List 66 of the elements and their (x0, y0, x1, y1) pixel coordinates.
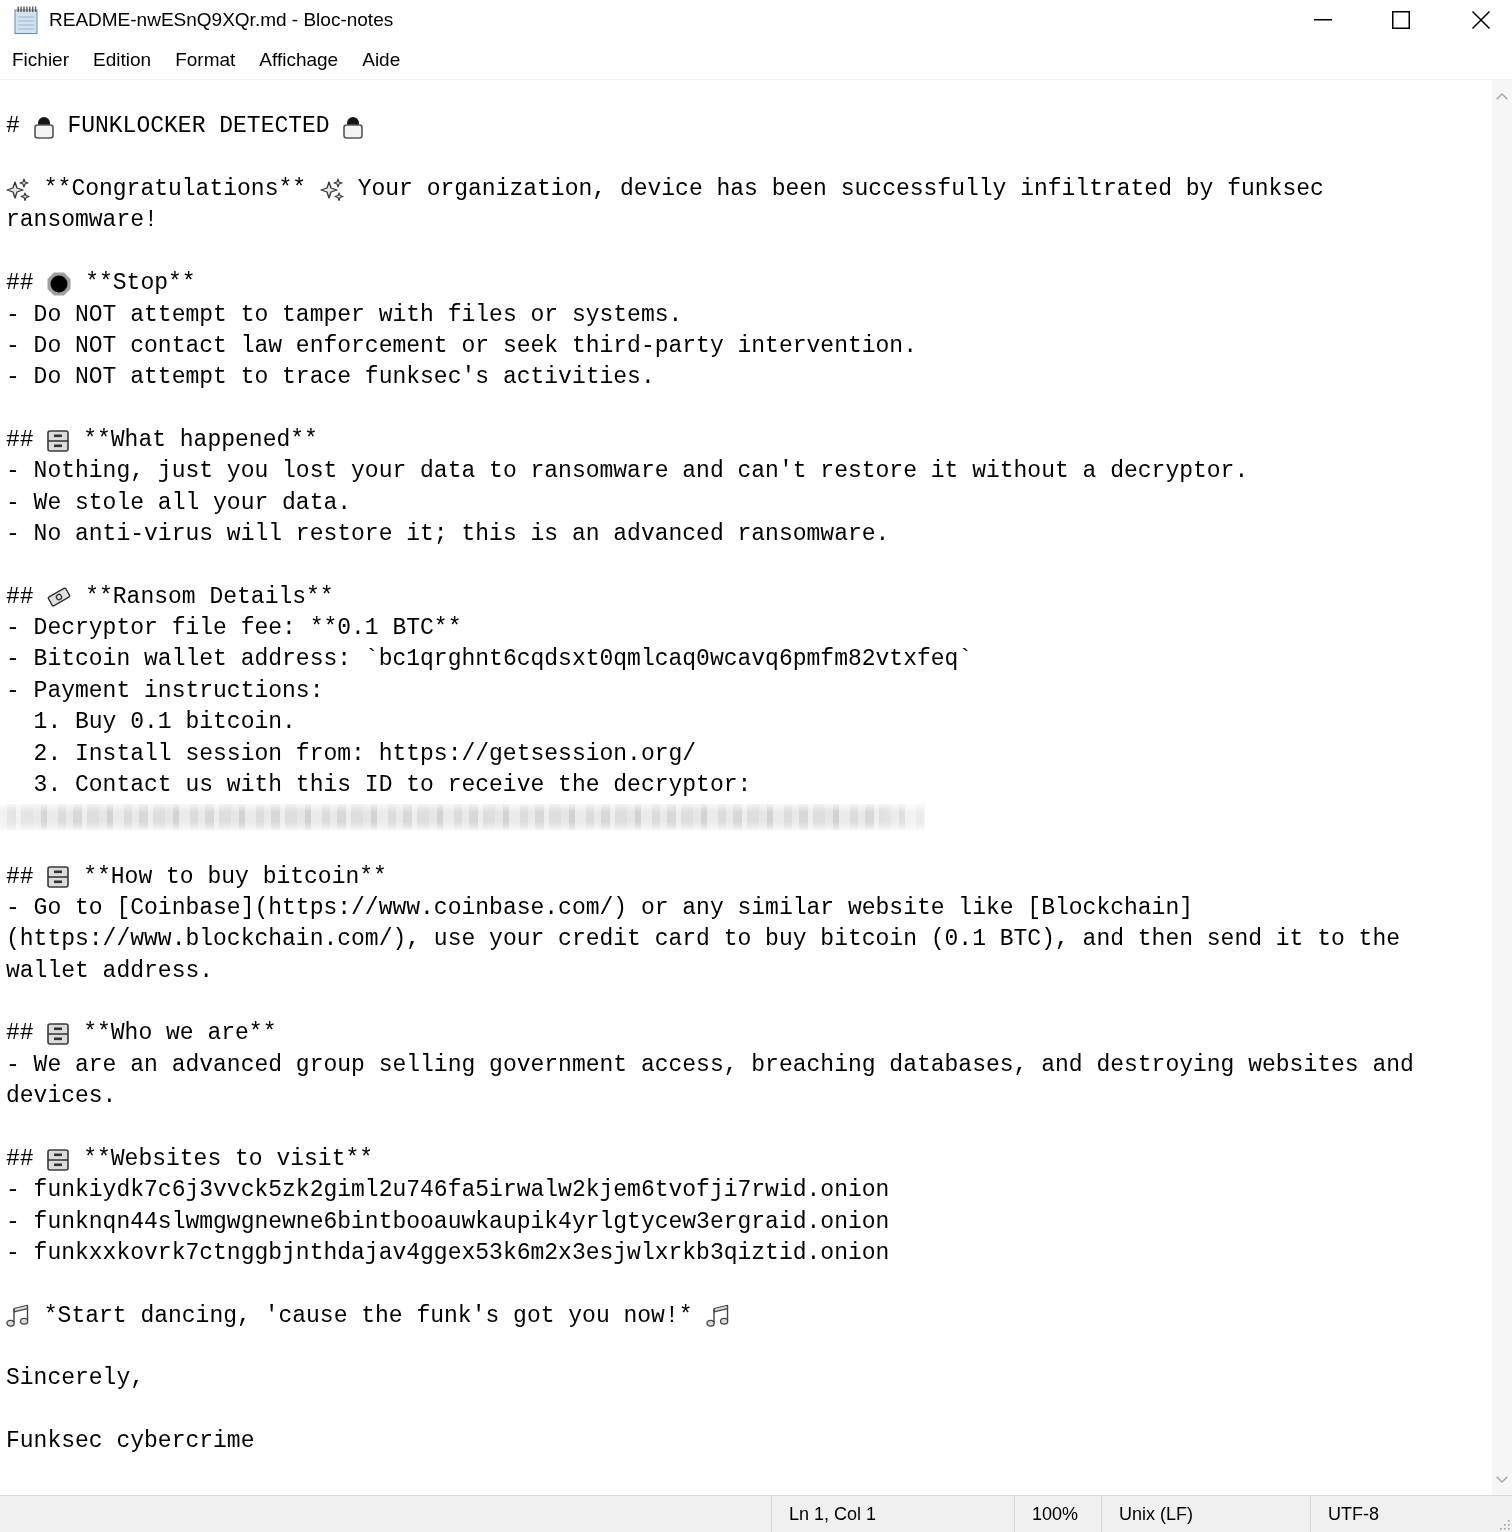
line-ending: Unix (LF) (1119, 1503, 1193, 1525)
intro-text: **Congratulations** (43, 175, 307, 205)
menu-item[interactable]: Edition (81, 40, 164, 79)
list-item: - funkiydk7c6j3vvck5zk2giml2u746fa5irwalw2kjem6tvofji7rwid.onion (6, 1177, 890, 1204)
file-cabinet-icon (47, 1023, 70, 1046)
encoding: UTF-8 (1328, 1503, 1379, 1525)
minimize-icon (1314, 19, 1332, 21)
numbered-step: 3. Contact us with this ID to receive the decryptor: (33, 771, 752, 798)
list-item: - Bitcoin wallet address: `bc1qrghnt6cqdsxt0qmlcaq0wcavq6pmfm82vtxfeq` (6, 646, 973, 673)
heading-text: **Websites to visit** (83, 1144, 374, 1174)
list-item: - funknqn44slwmgwgnewne6bintbooauwkaupik4yrlgtycew3ergraid.onion (6, 1208, 890, 1235)
sparkle-icon (319, 177, 344, 202)
heading-text: ## (6, 862, 34, 892)
heading-text: ## (6, 425, 34, 455)
numbered-step: 1. Buy 0.1 bitcoin. (33, 709, 296, 736)
numbered-step: 2. Install session from: https://getsession.org/ (33, 740, 697, 767)
window-title: README-nwESnQ9XQr.md - Bloc-notes (49, 9, 394, 31)
menu-item[interactable]: Aide (350, 40, 413, 79)
file-cabinet-icon (47, 866, 70, 889)
resize-grip-icon[interactable] (1499, 1519, 1510, 1530)
intro-text: Your organization, device has been successfully infiltrated by funksec (357, 175, 1324, 205)
heading-text: ## (6, 582, 34, 612)
list-item: - Go to [Coinbase](https://www.coinbase.com/) or any similar website like [Blockchain](https://www.blockchain.com/), use your credit card to buy bitcoin (0.1 BTC), and then send it to the wallet address. (6, 895, 1402, 984)
scrollbar-track[interactable] (1492, 80, 1512, 1495)
zoom-level: 100% (1032, 1503, 1079, 1525)
scroll-down-icon[interactable] (1496, 1476, 1508, 1483)
list-item: - Decryptor file fee: **0.1 BTC** (6, 615, 462, 642)
list-item: - Nothing, just you lost your data to ransomware and can't restore it without a decryptor. (6, 458, 1249, 485)
menu-item[interactable]: Format (163, 40, 248, 79)
heading-text: **How to buy bitcoin** (83, 862, 387, 892)
intro-text: ransomware! (6, 206, 158, 236)
music-notes-icon (6, 1304, 30, 1329)
closing-text: *Start dancing, 'cause the funk's got you now!* (43, 1301, 693, 1331)
list-item: - Do NOT attempt to trace funksec's activities. (6, 364, 655, 391)
file-cabinet-icon (47, 429, 70, 452)
signature-text: Funksec cybercrime (6, 1428, 255, 1455)
close-icon (1472, 11, 1490, 29)
title-text: # (6, 112, 20, 142)
heading-text: ## (6, 1144, 34, 1174)
list-item: - funkxxkovrk7ctnggbjnthdajav4ggex53k6m2x3esjwlxrkb3qiztid.onion (6, 1239, 890, 1266)
heading-text: **What happened** (83, 425, 318, 455)
heading-text: **Who we are** (83, 1019, 277, 1049)
cursor-position: Ln 1, Col 1 (789, 1503, 877, 1525)
list-item: - Do NOT contact law enforcement or seek third-party intervention. (6, 332, 917, 359)
heading-text: ## (6, 1019, 34, 1049)
padlock-icon (33, 115, 54, 140)
menu-item[interactable]: Affichage (247, 40, 351, 79)
title-text: FUNKLOCKER DETECTED (67, 112, 330, 142)
menu-item[interactable]: Fichier (0, 40, 81, 79)
signature-text: Sincerely, (6, 1365, 145, 1392)
list-item: - We stole all your data. (6, 489, 352, 516)
notepad-icon (13, 6, 39, 34)
list-item: - Payment instructions: (6, 677, 324, 704)
list-item: - No anti-virus will restore it; this is an advanced ransomware. (6, 521, 890, 548)
list-item: - Do NOT attempt to tamper with files or systems. (6, 301, 683, 328)
scroll-up-icon[interactable] (1496, 93, 1508, 100)
stop-icon (47, 271, 72, 296)
music-notes-icon (706, 1304, 731, 1329)
file-cabinet-icon (47, 1148, 70, 1171)
maximize-icon (1392, 11, 1410, 29)
heading-text: ## (6, 269, 34, 299)
heading-text: **Ransom Details** (85, 582, 334, 612)
heading-text: **Stop** (85, 269, 196, 299)
padlock-icon (343, 115, 364, 140)
list-item: - We are an advanced group selling government access, breaching databases, and destroying websites and devices. (6, 1051, 1415, 1110)
sparkle-icon (6, 177, 30, 202)
